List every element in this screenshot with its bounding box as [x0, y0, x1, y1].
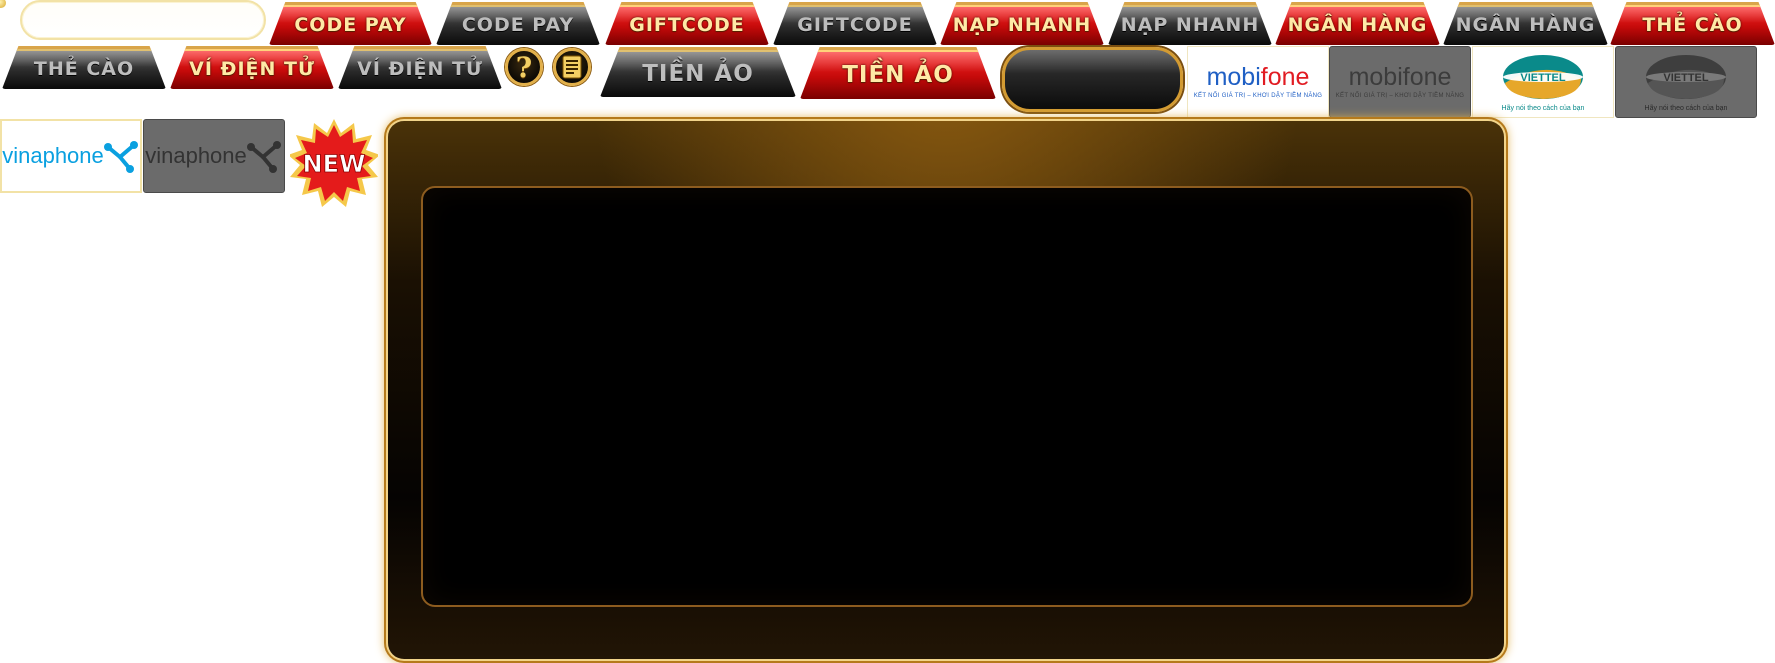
- mobifone-card-disabled[interactable]: mobifone KẾT NỐI GIÁ TRỊ – KHƠI DẬY TIỀM…: [1329, 46, 1471, 118]
- notes-button[interactable]: [553, 48, 591, 86]
- viettel-tagline: Hãy nói theo cách của bạn: [1644, 104, 1728, 112]
- corner-ornament: [0, 0, 6, 8]
- mobifone-card[interactable]: mobifone KẾT NỐI GIÁ TRỊ – KHƠI DẬY TIỀM…: [1187, 46, 1329, 118]
- mobifone-tagline: KẾT NỐI GIÁ TRỊ – KHƠI DẬY TIỀM NĂNG: [1193, 93, 1323, 99]
- document-icon: [562, 55, 582, 79]
- tab-the-cao-active[interactable]: THẺ CÀO: [1610, 2, 1775, 45]
- tab-nap-nhanh-active[interactable]: NẠP NHANH: [940, 2, 1104, 45]
- mobifone-logo: mobifone: [1348, 63, 1452, 91]
- svg-text:VIETTEL: VIETTEL: [1520, 72, 1566, 84]
- tab-code-pay[interactable]: CODE PAY: [436, 2, 600, 45]
- tab-vi-dien-tu-active[interactable]: VÍ ĐIỆN TỬ: [170, 46, 334, 89]
- tab-ngan-hang[interactable]: NGÂN HÀNG: [1443, 2, 1608, 45]
- tab-tien-ao[interactable]: TIỀN ẢO: [600, 47, 796, 97]
- viettel-card[interactable]: VIETTEL Hãy nói theo cách của bạn: [1472, 46, 1614, 118]
- tab-code-pay-active[interactable]: CODE PAY: [269, 2, 432, 45]
- vinaphone-logo: vinaphone: [2, 143, 104, 168]
- tab-nap-nhanh[interactable]: NẠP NHANH: [1108, 2, 1272, 45]
- main-panel: [388, 121, 1504, 659]
- tab-ngan-hang-active[interactable]: NGÂN HÀNG: [1275, 2, 1440, 45]
- tab-giftcode[interactable]: GIFTCODE: [773, 2, 937, 45]
- tab-vi-dien-tu[interactable]: VÍ ĐIỆN TỬ: [338, 46, 502, 89]
- svg-text:NEW: NEW: [303, 150, 366, 178]
- vinaphone-card-disabled[interactable]: vinaphone: [143, 119, 285, 193]
- viettel-logo: VIETTEL: [1503, 54, 1583, 99]
- help-button[interactable]: ?: [505, 48, 543, 86]
- viettel-card-disabled[interactable]: VIETTEL Hãy nói theo cách của bạn: [1615, 46, 1757, 118]
- viettel-logo: VIETTEL: [1646, 54, 1726, 99]
- tab-tien-ao-active[interactable]: TIỀN ẢO: [800, 47, 996, 99]
- new-badge: NEW: [290, 119, 378, 207]
- tab-the-cao[interactable]: THẺ CÀO: [2, 46, 166, 89]
- vinaphone-mark-icon: [103, 141, 138, 173]
- content-area: [421, 186, 1473, 607]
- dark-pill-button[interactable]: [1002, 47, 1183, 112]
- viettel-tagline: Hãy nói theo cách của bạn: [1501, 104, 1585, 112]
- mobifone-logo: mobifone: [1206, 63, 1310, 91]
- question-icon: ?: [515, 50, 533, 84]
- vinaphone-logo: vinaphone: [145, 143, 247, 168]
- svg-text:VIETTEL: VIETTEL: [1663, 72, 1709, 84]
- mobifone-tagline: KẾT NỐI GIÁ TRỊ – KHƠI DẬY TIỀM NĂNG: [1335, 93, 1465, 99]
- vinaphone-card[interactable]: vinaphone: [0, 119, 142, 193]
- tab-giftcode-active[interactable]: GIFTCODE: [605, 2, 769, 45]
- vinaphone-mark-icon: [246, 141, 281, 173]
- starburst-icon: NEW: [290, 119, 378, 207]
- search-input[interactable]: [20, 0, 266, 40]
